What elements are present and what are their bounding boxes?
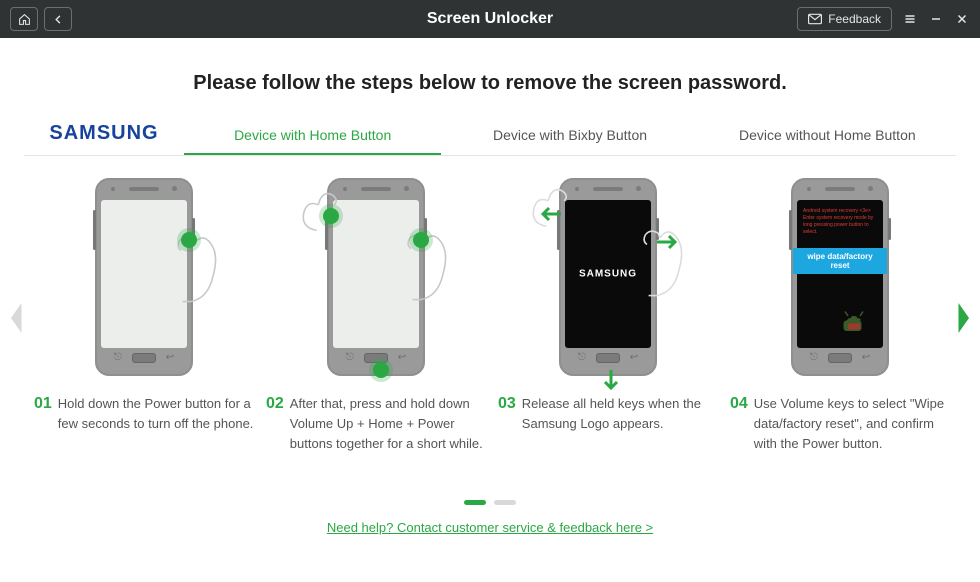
step-2: ⎋↩ — [266, 178, 486, 454]
home-icon — [18, 13, 31, 26]
arrow-left-icon — [539, 206, 563, 222]
step-description: Hold down the Power button for a few sec… — [58, 394, 254, 434]
content: Please follow the steps below to remove … — [0, 38, 980, 537]
phone-illustration-4: Android system recovery <3e> Enter syste… — [791, 178, 889, 376]
mail-icon — [808, 13, 822, 25]
step-1: ⎋↩ 01 Hold down the Power button fo — [34, 178, 254, 454]
steps-carousel: ⎋↩ 01 Hold down the Power button fo — [24, 178, 956, 454]
feedback-button[interactable]: Feedback — [797, 7, 892, 31]
pager-dot-2[interactable] — [494, 500, 516, 505]
minimize-icon — [930, 13, 942, 25]
tab-home-button[interactable]: Device with Home Button — [184, 117, 441, 155]
chevron-left-icon — [8, 303, 26, 333]
wipe-data-banner: wipe data/factory reset — [793, 248, 887, 274]
prev-step-button[interactable] — [6, 298, 28, 338]
page-heading: Please follow the steps below to remove … — [24, 72, 956, 95]
titlebar: Screen Unlocker Feedback — [0, 0, 980, 38]
back-button[interactable] — [44, 7, 72, 31]
samsung-logo: SAMSUNG — [579, 269, 637, 280]
menu-button[interactable] — [902, 13, 918, 25]
step-number: 01 — [34, 394, 52, 434]
step-description: Use Volume keys to select "Wipe data/fac… — [754, 394, 950, 454]
press-point-icon — [373, 362, 389, 378]
step-description: After that, press and hold down Volume U… — [290, 394, 486, 454]
tabs: SAMSUNG Device with Home Button Device w… — [24, 117, 956, 156]
recovery-text: Android system recovery <3e> Enter syste… — [803, 208, 877, 236]
tab-no-home-button[interactable]: Device without Home Button — [699, 117, 956, 155]
help-link[interactable]: Need help? Contact customer service & fe… — [327, 520, 653, 535]
feedback-label: Feedback — [828, 12, 881, 26]
home-button[interactable] — [10, 7, 38, 31]
menu-icon — [903, 13, 917, 25]
close-button[interactable] — [954, 13, 970, 25]
chevron-right-icon — [954, 303, 972, 333]
pager-dot-1[interactable] — [464, 500, 486, 505]
titlebar-right: Feedback — [797, 7, 970, 31]
press-point-icon — [323, 208, 339, 224]
arrow-right-icon — [655, 234, 679, 250]
pager — [24, 500, 956, 505]
brand-logo: SAMSUNG — [24, 122, 184, 155]
minimize-button[interactable] — [928, 13, 944, 25]
step-number: 04 — [730, 394, 748, 454]
arrow-down-icon — [603, 368, 619, 392]
press-point-icon — [413, 232, 429, 248]
step-number: 02 — [266, 394, 284, 454]
step-number: 03 — [498, 394, 516, 434]
step-description: Release all held keys when the Samsung L… — [522, 394, 718, 434]
steps-row: ⎋↩ 01 Hold down the Power button fo — [24, 178, 960, 454]
step-3: SAMSUNG ⎋↩ — [498, 178, 718, 454]
step-4: Android system recovery <3e> Enter syste… — [730, 178, 950, 454]
close-icon — [956, 13, 968, 25]
titlebar-left — [10, 7, 72, 31]
next-step-button[interactable] — [952, 298, 974, 338]
android-robot-icon — [839, 310, 869, 336]
press-point-icon — [181, 232, 197, 248]
chevron-left-icon — [53, 14, 64, 25]
tab-bixby-button[interactable]: Device with Bixby Button — [441, 117, 698, 155]
